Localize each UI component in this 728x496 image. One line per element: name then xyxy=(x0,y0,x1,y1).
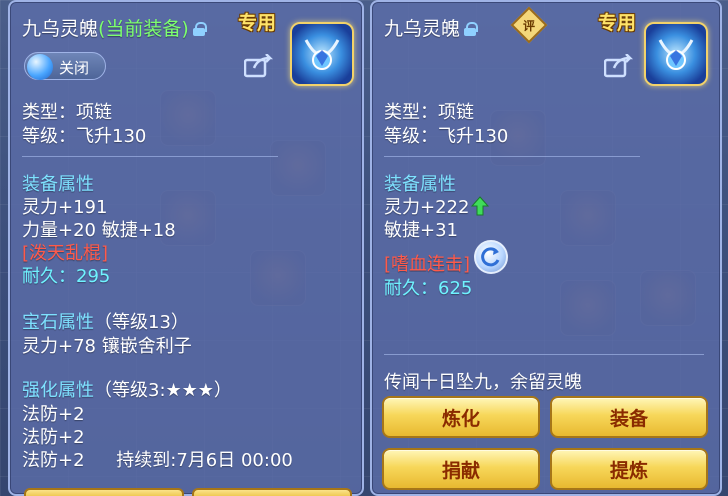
item-level: 等级：飞升130 xyxy=(384,126,509,147)
divider xyxy=(384,354,704,355)
special-skill: [嗜血连击] xyxy=(384,254,471,275)
necklace-item-icon xyxy=(644,22,708,86)
extract-button[interactable]: 提炼 xyxy=(550,448,708,490)
enhance-level: （等级3:★★★） xyxy=(94,380,232,401)
divider xyxy=(384,156,640,157)
toggle-label: 关闭 xyxy=(59,59,90,77)
enhance-attr-row: 强化属性（等级3:★★★） xyxy=(22,376,232,402)
compare-item-tooltip: 九乌灵魄 评 专用 类型：项链 等级：飞升130 装备属性 灵力+222 敏捷+… xyxy=(370,0,722,496)
exclusive-label: 专用 xyxy=(238,12,277,34)
equip-button[interactable]: 装备 xyxy=(550,396,708,438)
gem-attr-row: 宝石属性（等级13） xyxy=(22,308,189,334)
gem-attr-header: 宝石属性 xyxy=(22,312,94,333)
divider xyxy=(22,156,278,157)
expire-time: 持续到:7月6日 00:00 xyxy=(116,450,293,471)
item-name: 九乌灵魄 xyxy=(22,18,99,40)
item-level: 等级：飞升130 xyxy=(22,126,147,147)
lock-icon xyxy=(464,22,479,36)
hidden-button[interactable] xyxy=(192,488,352,496)
lore-text: 传闻十日坠九，余留灵魄 xyxy=(384,372,582,393)
item-title: 九乌灵魄 xyxy=(384,14,479,41)
exclusive-label: 专用 xyxy=(598,12,637,34)
current-item-tooltip: 九乌灵魄(当前装备) 专用 关闭 类型：项链 等级：飞升130 装备属性 灵力+… xyxy=(8,0,364,496)
enhance-stat-timed: 法防+2 持续到:7月6日 00:00 xyxy=(22,446,293,472)
item-name: 九乌灵魄 xyxy=(384,18,461,40)
item-type: 类型：项链 xyxy=(22,102,112,123)
refresh-icon[interactable] xyxy=(474,240,508,274)
gem-stat: 灵力+78 镶嵌舍利子 xyxy=(22,336,192,357)
evaluate-icon[interactable]: 评 xyxy=(510,6,548,44)
enhance-attr-header: 强化属性 xyxy=(22,380,94,401)
stat-line: 灵力+222 xyxy=(384,197,470,218)
evaluate-label: 评 xyxy=(522,18,535,33)
share-icon[interactable] xyxy=(243,53,274,78)
toggle-knob xyxy=(27,54,53,80)
stat-line: 敏捷+31 xyxy=(384,220,458,241)
durability: 耐久：295 xyxy=(22,266,111,287)
refine-button[interactable]: 炼化 xyxy=(382,396,540,438)
necklace-item-icon xyxy=(290,22,354,86)
equipped-tag: (当前装备) xyxy=(98,18,189,40)
hidden-button[interactable] xyxy=(24,488,184,496)
up-arrow-icon xyxy=(471,196,490,216)
item-title: 九乌灵魄(当前装备) xyxy=(22,14,207,41)
lock-icon xyxy=(192,22,207,36)
item-type: 类型：项链 xyxy=(384,102,474,123)
durability: 耐久：625 xyxy=(384,278,473,299)
share-icon[interactable] xyxy=(603,53,634,78)
gem-level: （等级13） xyxy=(94,312,189,333)
display-toggle[interactable]: 关闭 xyxy=(24,52,106,80)
enhance-stat: 法防+2 xyxy=(22,450,85,471)
donate-button[interactable]: 捐献 xyxy=(382,448,540,490)
